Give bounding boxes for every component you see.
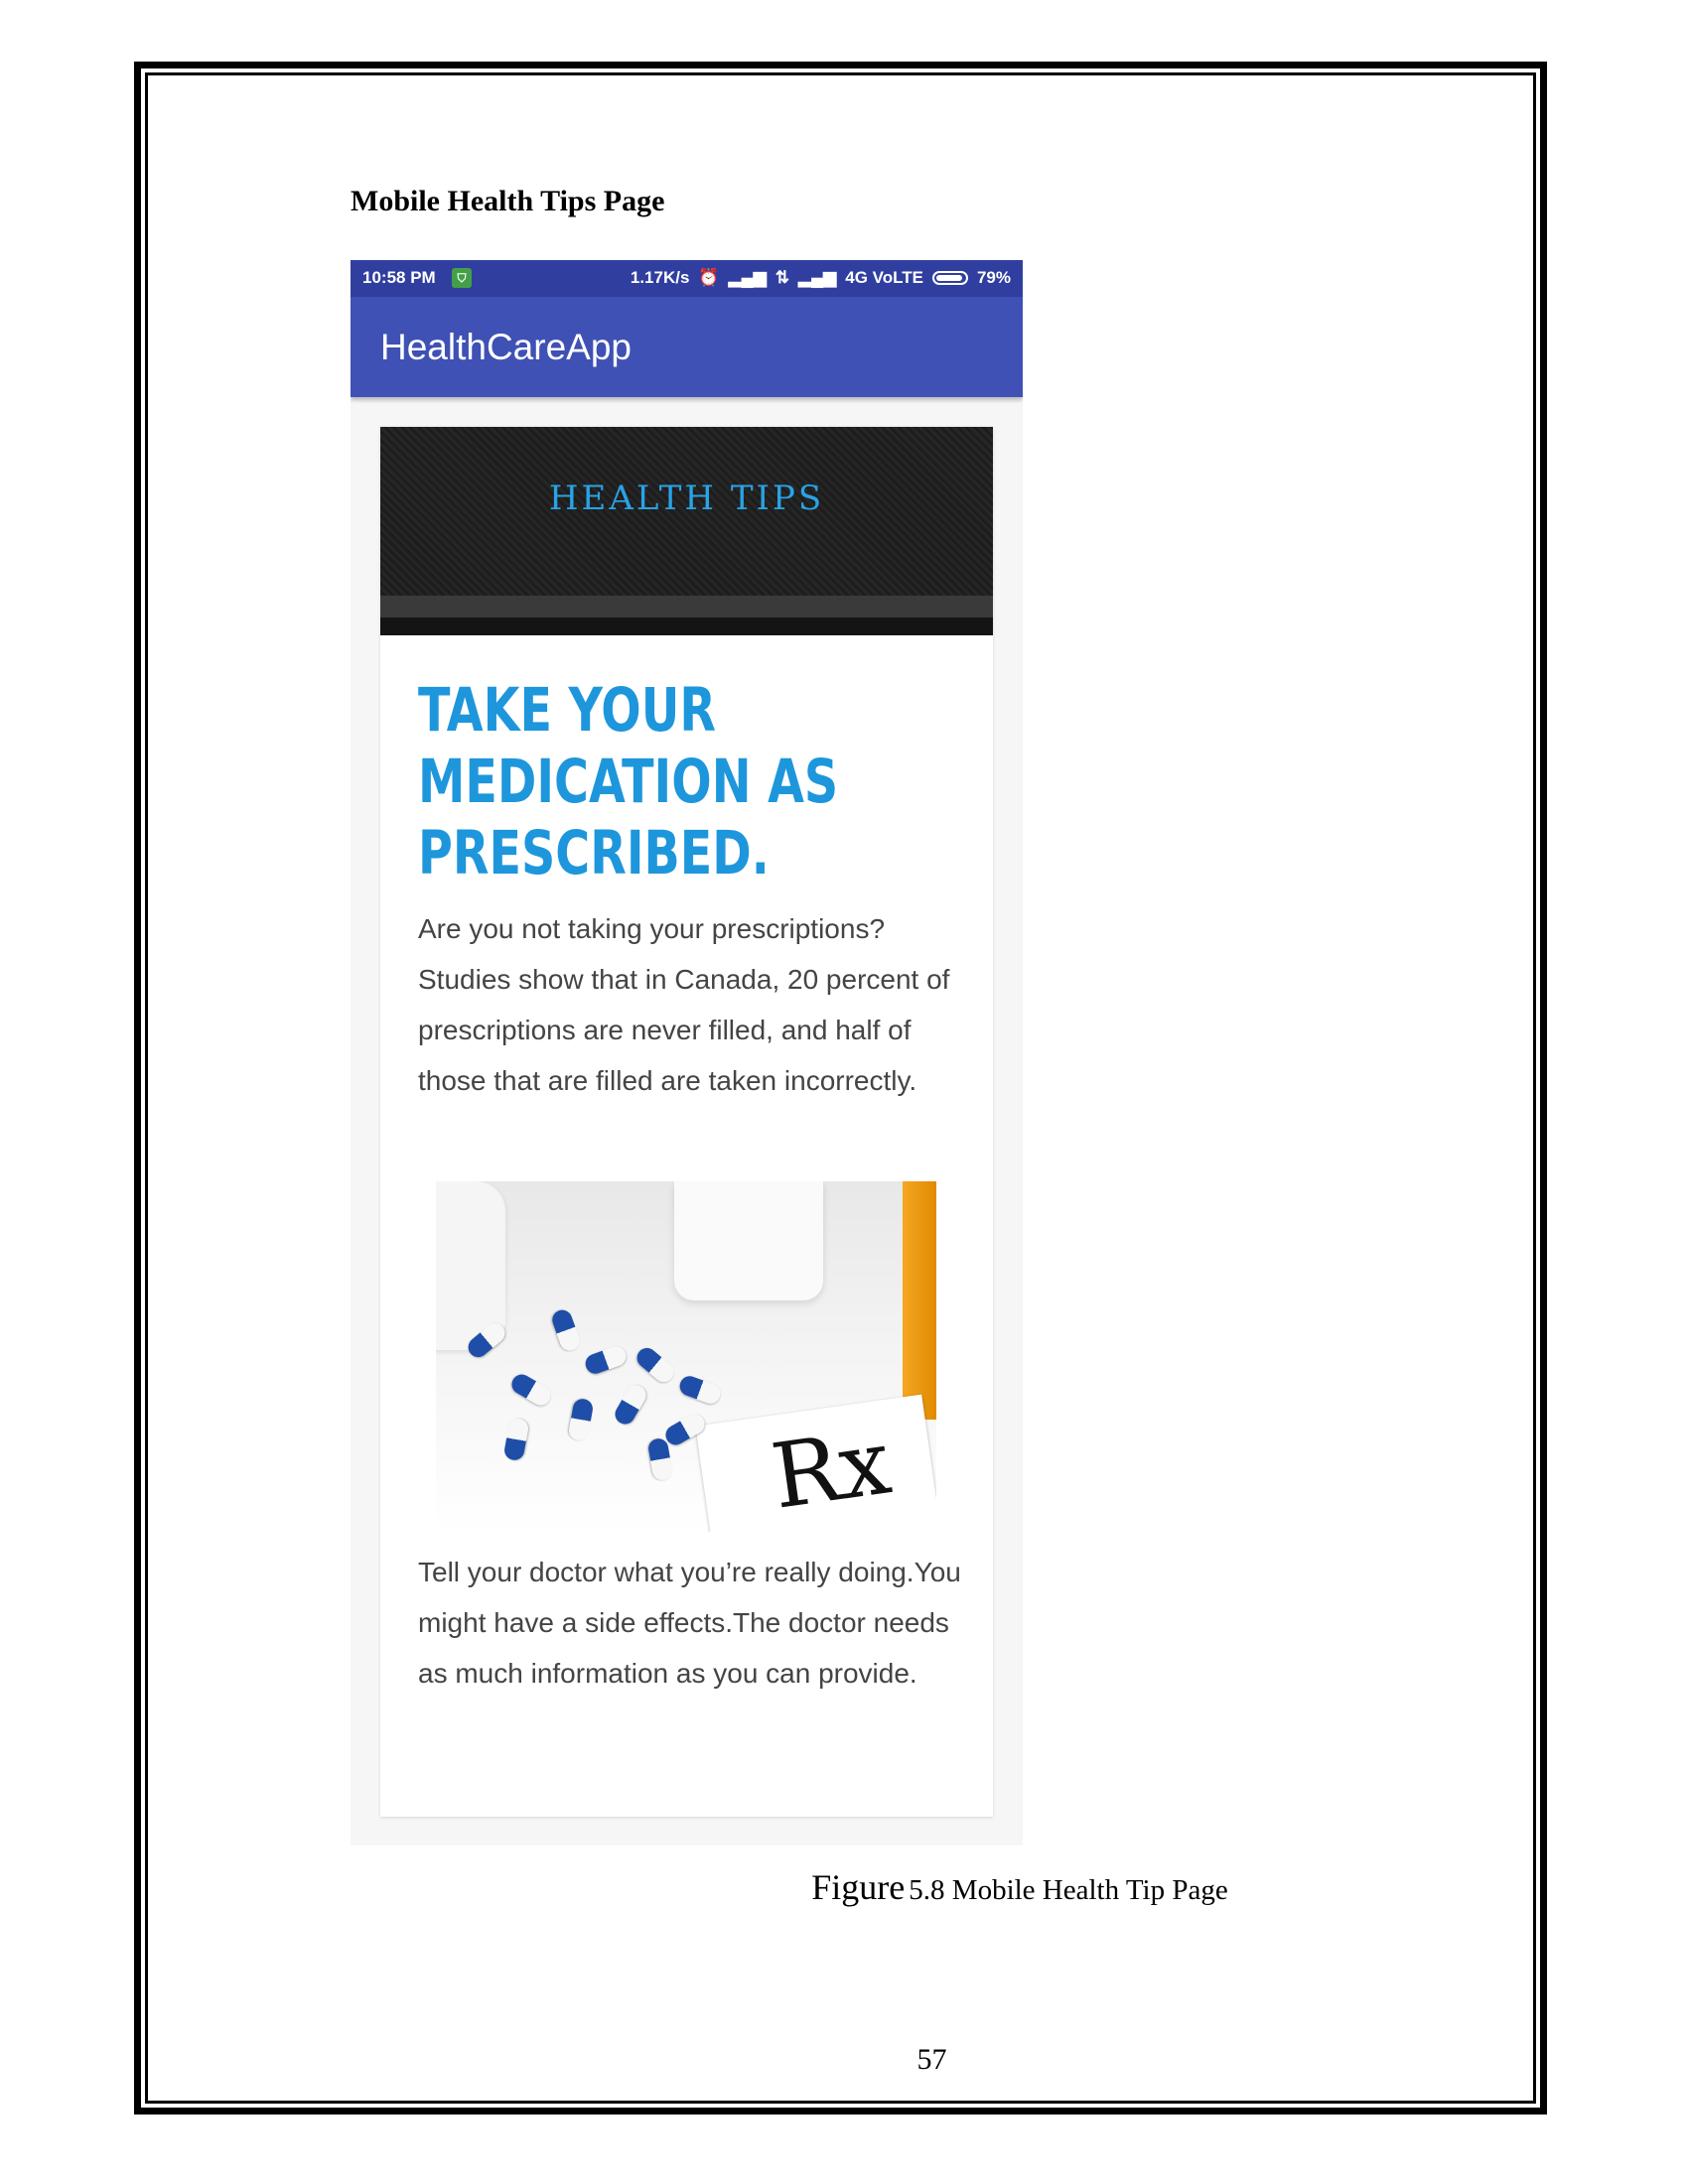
signal-icon: ▂▄▆ — [798, 268, 837, 287]
status-bar: 10:58 PM ⛉ 1.17K/s ⏰ ▂▄▆ ⇅ ▂▄▆ 4G VoLTE … — [351, 260, 1023, 297]
capsule — [507, 1370, 555, 1410]
shield-icon: ⛉ — [452, 268, 472, 288]
headline-line: TAKE YOUR — [418, 675, 717, 746]
orange-bottle-image — [903, 1181, 936, 1420]
network-type: 4G VoLTE — [845, 268, 923, 287]
banner-text: HEALTH TIPS — [548, 478, 825, 518]
app-bar: HealthCareApp — [351, 297, 1023, 397]
tip-paragraph-2: Tell your doctor what you’re really doin… — [418, 1557, 961, 1689]
network-speed: 1.17K/s — [630, 268, 690, 287]
tip-paragraph-1: Are you not taking your prescriptions? S… — [418, 913, 950, 1096]
rx-symbol: Rx — [766, 1410, 898, 1530]
headline-line: PRESCRIBED. — [418, 818, 770, 888]
status-right-group: 1.17K/s ⏰ ▂▄▆ ⇅ ▂▄▆ 4G VoLTE 79% — [631, 268, 1011, 288]
capsule — [582, 1343, 630, 1377]
pills-photo: Rx — [436, 1181, 936, 1532]
app-title: HealthCareApp — [380, 327, 632, 367]
caption-text: 5.8 Mobile Health Tip Page — [909, 1874, 1228, 1906]
figure-caption: Figure 5.8 Mobile Health Tip Page — [0, 1866, 1688, 1908]
tip-headline: TAKE YOUR MEDICATION AS PRESCRIBED. — [418, 675, 839, 889]
headline-line: MEDICATION AS — [418, 747, 839, 817]
capsule — [567, 1397, 595, 1442]
capsule — [549, 1306, 583, 1354]
page-number: 57 — [916, 2043, 947, 2076]
rx-prescription-card: Rx — [695, 1394, 936, 1532]
phone-screenshot: 10:58 PM ⛉ 1.17K/s ⏰ ▂▄▆ ⇅ ▂▄▆ 4G VoLTE … — [351, 260, 1023, 1845]
capsule — [676, 1373, 724, 1407]
bottle-cap-image — [674, 1181, 823, 1300]
battery-percent: 79% — [976, 268, 1011, 287]
caption-figure-word: Figure — [811, 1867, 906, 1907]
health-tips-banner: HEALTH TIPS — [380, 427, 993, 635]
capsule — [502, 1417, 530, 1462]
signal-icon: ▂▄▆ — [728, 268, 767, 287]
banner-stripe — [380, 596, 993, 617]
tip-card[interactable]: HEALTH TIPS TAKE YOUR MEDICATION AS PRES… — [380, 427, 993, 1817]
capsule — [633, 1343, 678, 1387]
capsule — [611, 1381, 650, 1429]
status-time: 10:58 PM — [362, 268, 436, 287]
battery-icon — [931, 271, 968, 285]
section-title: Mobile Health Tips Page — [351, 185, 665, 217]
banner-bottom — [380, 617, 993, 635]
data-arrows-icon: ⇅ — [774, 268, 790, 287]
alarm-icon: ⏰ — [698, 268, 720, 287]
